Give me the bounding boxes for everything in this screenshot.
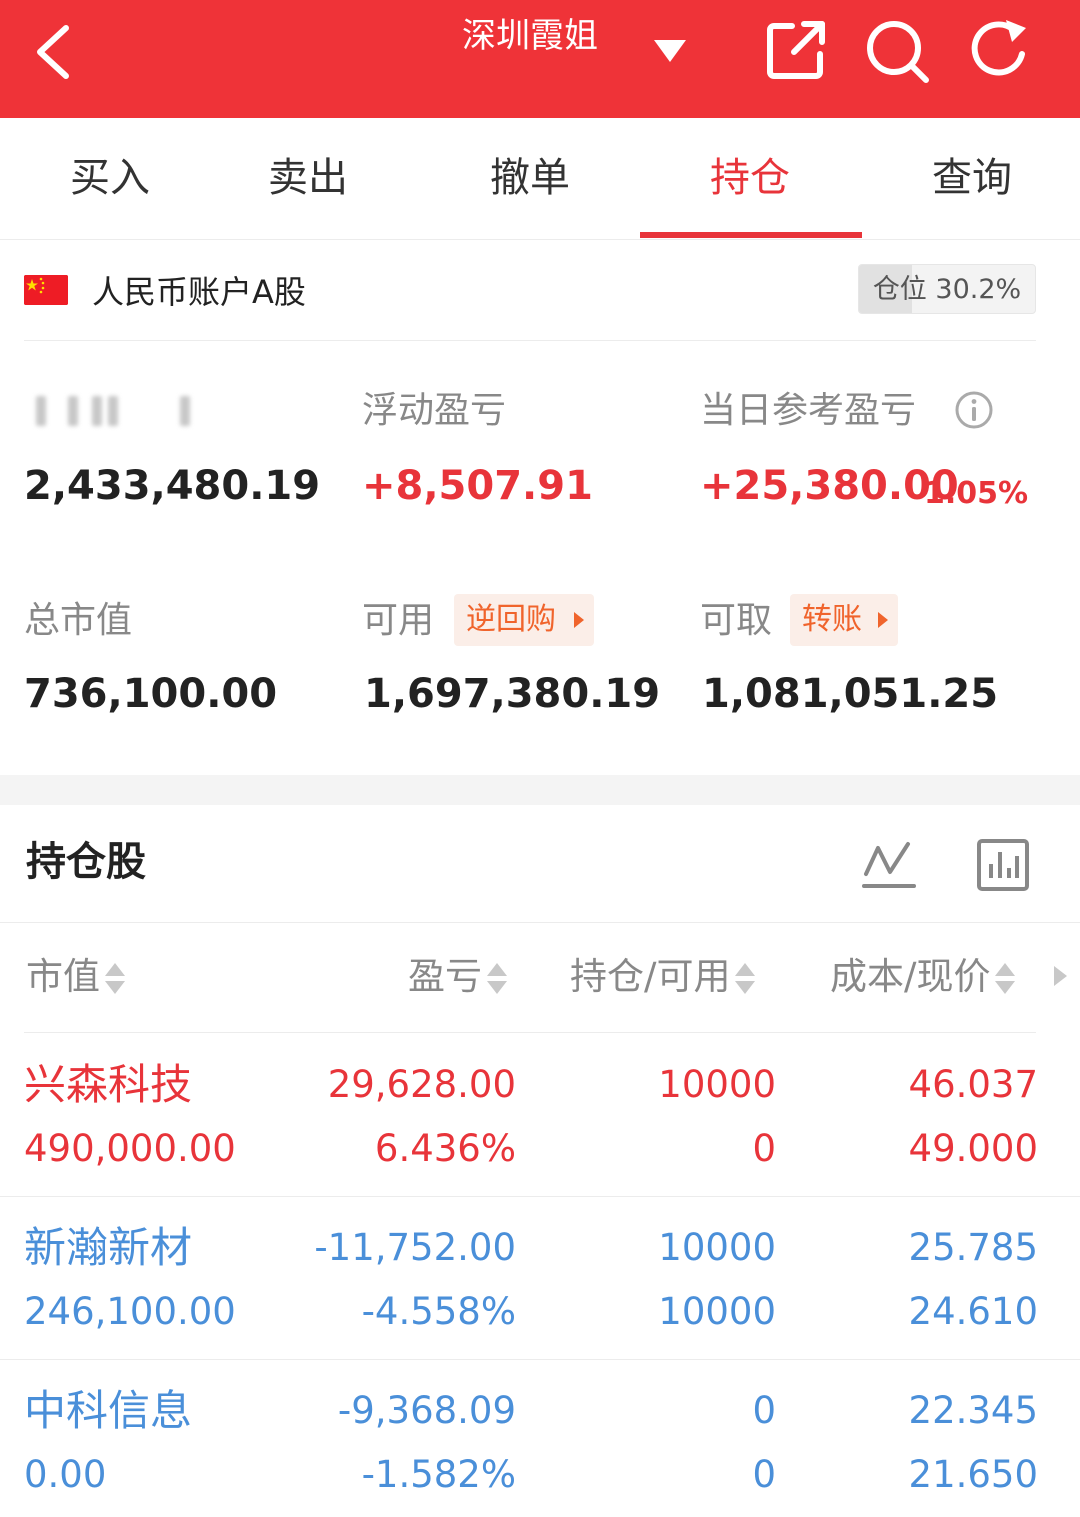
available-label: 可用	[362, 600, 435, 641]
stock-available: 10000	[658, 1290, 776, 1333]
china-flag-icon	[24, 275, 68, 305]
col-header-market-value-label: 市值	[26, 955, 100, 998]
daily-pnl-value: +25,380.00	[700, 463, 959, 509]
sort-icon	[104, 961, 126, 997]
stock-position: 10000	[658, 1063, 776, 1106]
share-icon[interactable]	[764, 18, 828, 82]
reverse-repo-button[interactable]: 逆回购	[454, 594, 594, 646]
stock-position: 10000	[658, 1226, 776, 1269]
table-row[interactable]: 中科信息 0.00 -9,368.09 -1.582% 0 0 22.345 2…	[0, 1360, 1080, 1517]
scroll-right-icon[interactable]	[1054, 966, 1067, 986]
position-ratio-badge: 仓位 30.2%	[858, 264, 1036, 314]
stock-position: 0	[752, 1389, 776, 1432]
col-header-market-value[interactable]: 市值	[26, 954, 126, 1000]
bar-chart-icon[interactable]	[976, 838, 1030, 892]
table-row[interactable]: 新瀚新材 246,100.00 -11,752.00 -4.558% 10000…	[0, 1197, 1080, 1360]
line-chart-icon[interactable]	[862, 838, 916, 892]
stock-price: 24.610	[908, 1290, 1038, 1333]
col-header-cost-price[interactable]: 成本/现价	[830, 954, 1016, 1000]
daily-pnl-label: 当日参考盈亏	[700, 390, 917, 431]
tab-query[interactable]: 查询	[862, 152, 1080, 204]
stock-pnl-percent: -1.582%	[361, 1453, 516, 1496]
available-value: 1,697,380.19	[364, 671, 661, 717]
col-header-pnl-label: 盈亏	[408, 955, 482, 998]
divider	[24, 1032, 1036, 1033]
back-arrow-icon[interactable]	[28, 22, 80, 82]
reverse-repo-label: 逆回购	[466, 602, 556, 637]
section-separator	[0, 775, 1080, 805]
info-icon[interactable]	[954, 390, 994, 430]
sort-icon	[734, 961, 756, 997]
search-icon[interactable]	[864, 18, 930, 84]
withdrawable-label: 可取	[700, 600, 773, 641]
stock-available: 0	[752, 1453, 776, 1496]
page-title[interactable]: 深圳霞姐	[400, 14, 660, 58]
triangle-right-icon	[878, 612, 888, 628]
stock-pnl: -11,752.00	[314, 1226, 516, 1269]
withdrawable-value: 1,081,051.25	[702, 671, 999, 717]
tab-cancel[interactable]: 撤单	[420, 152, 640, 204]
col-header-position-label: 持仓/可用	[570, 955, 731, 998]
stock-cost: 22.345	[908, 1389, 1038, 1432]
stock-market-value: 490,000.00	[24, 1127, 236, 1170]
trade-tabs: 买入 卖出 撤单 持仓 查询	[0, 118, 1080, 240]
stock-market-value: 0.00	[24, 1453, 107, 1496]
total-assets-value: 2,433,480.19	[24, 463, 321, 509]
col-header-position[interactable]: 持仓/可用	[570, 954, 756, 1000]
daily-pnl-percent: 1.05%	[924, 476, 1029, 511]
stock-pnl: 29,628.00	[327, 1063, 516, 1106]
stock-pnl: -9,368.09	[337, 1389, 516, 1432]
stock-price: 49.000	[908, 1127, 1038, 1170]
stock-available: 0	[752, 1127, 776, 1170]
stock-market-value: 246,100.00	[24, 1290, 236, 1333]
col-header-cost-price-label: 成本/现价	[830, 955, 991, 998]
top-bar: 深圳霞姐	[0, 0, 1080, 118]
divider	[24, 340, 1036, 341]
market-value: 736,100.00	[24, 671, 278, 717]
refresh-icon[interactable]	[966, 18, 1032, 84]
floating-pnl-label: 浮动盈亏	[362, 390, 507, 431]
account-name[interactable]: 人民币账户A股	[92, 270, 306, 314]
holdings-title: 持仓股	[26, 839, 146, 885]
col-header-pnl[interactable]: 盈亏	[408, 954, 508, 1000]
sort-icon	[486, 961, 508, 997]
triangle-right-icon	[574, 612, 584, 628]
stock-name: 兴森科技	[24, 1060, 193, 1109]
stock-cost: 25.785	[908, 1226, 1038, 1269]
sort-icon	[994, 961, 1016, 997]
market-value-label: 总市值	[24, 600, 133, 641]
position-ratio-label: 仓位 30.2%	[872, 274, 1022, 305]
tab-sell[interactable]: 卖出	[198, 152, 418, 204]
divider	[0, 922, 1080, 923]
transfer-label: 转账	[802, 602, 862, 637]
active-tab-indicator	[640, 232, 862, 238]
stock-name: 新瀚新材	[24, 1223, 193, 1272]
stock-price: 21.650	[908, 1453, 1038, 1496]
stock-name: 中科信息	[24, 1386, 193, 1435]
stock-pnl-percent: -4.558%	[361, 1290, 516, 1333]
floating-pnl-value: +8,507.91	[362, 463, 593, 509]
total-assets-label-blurred	[28, 392, 218, 430]
tab-positions[interactable]: 持仓	[640, 152, 860, 204]
tab-buy[interactable]: 买入	[0, 152, 220, 204]
table-row[interactable]: 兴森科技 490,000.00 29,628.00 6.436% 10000 0…	[0, 1034, 1080, 1197]
transfer-button[interactable]: 转账	[790, 594, 898, 646]
stock-cost: 46.037	[908, 1063, 1038, 1106]
caret-down-icon[interactable]	[652, 36, 688, 64]
stock-pnl-percent: 6.436%	[374, 1127, 516, 1170]
